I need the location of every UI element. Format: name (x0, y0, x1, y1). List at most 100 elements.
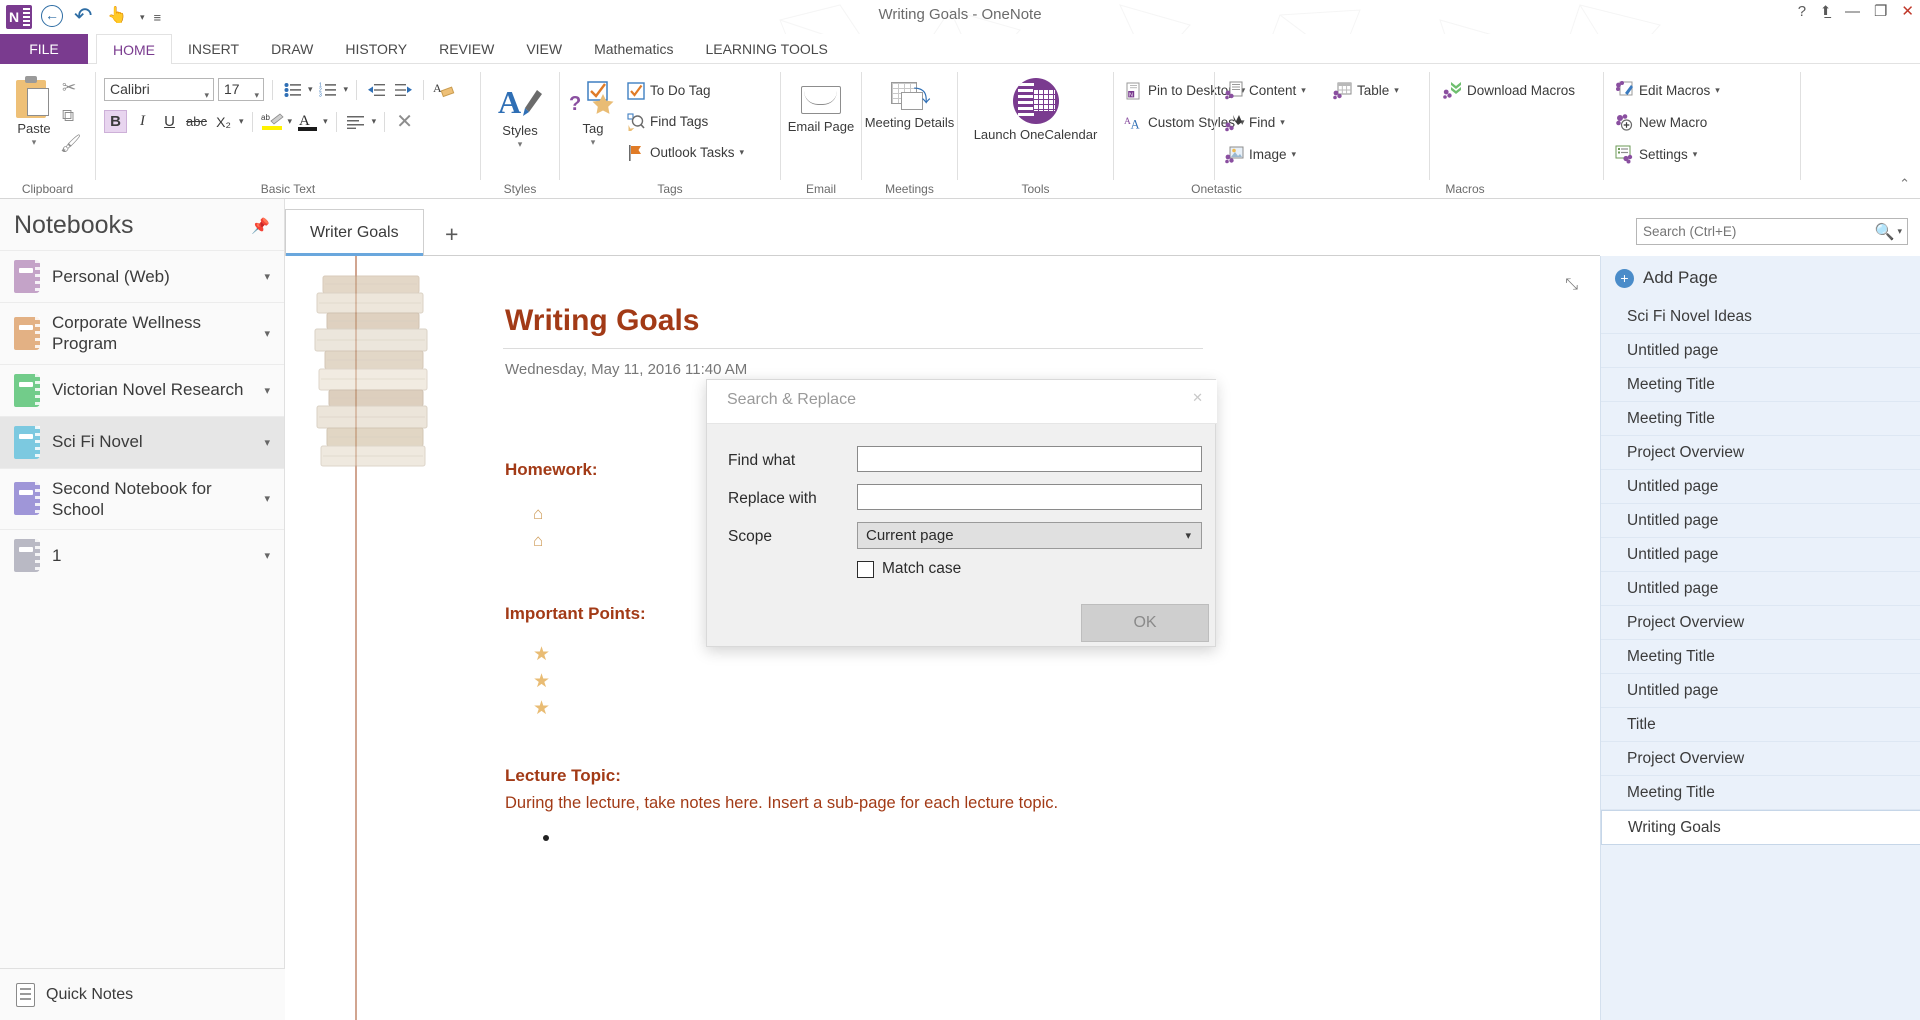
section-tab-writer-goals[interactable]: Writer Goals (285, 209, 424, 257)
list-item-active[interactable]: Writing Goals (1601, 810, 1920, 845)
tab-home[interactable]: HOME (96, 34, 172, 64)
macro-image-button[interactable]: Image ▾ (1225, 142, 1306, 167)
numbering-button[interactable]: 123 (317, 78, 340, 101)
pin-icon[interactable]: 📌 (251, 217, 270, 235)
list-item[interactable]: Meeting Title (1601, 776, 1920, 810)
list-item[interactable]: Title (1601, 708, 1920, 742)
star-tag-icon[interactable]: ★ (533, 697, 550, 720)
settings-caret-icon[interactable]: ▾ (1693, 149, 1698, 160)
increase-indent-button[interactable] (392, 78, 415, 101)
list-item[interactable]: Meeting Title (1601, 402, 1920, 436)
list-item[interactable]: Sci Fi Novel Ideas (1601, 300, 1920, 334)
highlight-caret-icon[interactable]: ▾ (288, 116, 293, 127)
italic-button[interactable]: I (131, 110, 154, 133)
important-points-heading[interactable]: Important Points: (505, 604, 646, 624)
find-tags-button[interactable]: Find Tags (626, 109, 744, 134)
list-item[interactable]: Project Overview (1601, 436, 1920, 470)
tab-history[interactable]: HISTORY (329, 34, 423, 64)
chevron-down-icon[interactable]: ▾ (204, 85, 209, 106)
tag-button[interactable]: ? Tag ▾ (564, 80, 622, 148)
list-item[interactable]: Untitled page (1601, 572, 1920, 606)
launch-onecalendar-button[interactable]: Launch OneCalendar (958, 78, 1113, 142)
chevron-down-icon[interactable]: ▾ (264, 384, 270, 397)
search-box[interactable]: 🔍 ▾ (1636, 218, 1908, 245)
list-item[interactable]: Untitled page (1601, 334, 1920, 368)
homework-heading[interactable]: Homework: (505, 460, 598, 480)
tab-review[interactable]: REVIEW (423, 34, 510, 64)
chevron-down-icon[interactable]: ▾ (264, 327, 270, 340)
outlook-tasks-button[interactable]: Outlook Tasks ▾ (626, 140, 744, 165)
decrease-indent-button[interactable] (365, 78, 388, 101)
macro-table-button[interactable]: Table ▾ (1333, 78, 1399, 103)
download-macros-button[interactable]: Download Macros (1443, 78, 1575, 103)
ok-button[interactable]: OK (1081, 604, 1209, 642)
chevron-down-icon[interactable]: ▾ (264, 270, 270, 283)
content-caret-icon[interactable]: ▾ (1301, 85, 1306, 96)
find-caret-icon[interactable]: ▾ (1280, 117, 1285, 128)
new-macro-button[interactable]: New Macro (1615, 110, 1720, 135)
tab-file[interactable]: FILE (0, 34, 88, 64)
sidebar-item-1[interactable]: 1 ▾ (0, 529, 284, 581)
email-page-button[interactable]: Email Page (781, 86, 861, 134)
list-item[interactable]: Project Overview (1601, 606, 1920, 640)
tab-draw[interactable]: DRAW (255, 34, 329, 64)
paste-button[interactable]: Paste ▾ (6, 76, 62, 148)
close-button[interactable]: ✕ (1901, 2, 1914, 20)
checkbox-box-icon[interactable] (857, 560, 874, 578)
cut-button[interactable]: ✂ (62, 78, 76, 98)
font-color-caret-icon[interactable]: ▾ (323, 116, 328, 127)
underline-button[interactable]: U (158, 110, 181, 133)
help-icon[interactable]: ? (1798, 3, 1806, 20)
subscript-caret-icon[interactable]: ▾ (239, 116, 244, 127)
to-do-tag-button[interactable]: To Do Tag (626, 78, 744, 103)
star-tag-icon[interactable]: ★ (533, 670, 550, 693)
numbering-caret-icon[interactable]: ▾ (344, 84, 349, 95)
search-icon[interactable]: 🔍 (1875, 222, 1898, 242)
strikethrough-button[interactable]: abc (185, 110, 208, 133)
tab-insert[interactable]: INSERT (172, 34, 255, 64)
tab-view[interactable]: VIEW (510, 34, 578, 64)
dialog-close-button[interactable]: ✕ (1192, 390, 1203, 406)
outlook-tasks-caret-icon[interactable]: ▾ (740, 147, 745, 158)
maximize-button[interactable]: ❐ (1874, 2, 1887, 20)
list-item[interactable]: Untitled page (1601, 674, 1920, 708)
sidebar-item-victorian-novel-research[interactable]: Victorian Novel Research ▾ (0, 363, 284, 416)
tab-mathematics[interactable]: Mathematics (578, 34, 689, 64)
chevron-down-icon[interactable]: ▾ (264, 436, 270, 449)
search-caret-icon[interactable]: ▾ (1897, 226, 1907, 237)
sidebar-item-corporate-wellness-program[interactable]: Corporate Wellness Program ▾ (0, 302, 284, 364)
font-color-button[interactable]: A (296, 110, 319, 133)
copy-button[interactable]: ⧉ (62, 106, 74, 126)
align-button[interactable] (345, 110, 368, 133)
collapse-ribbon-button[interactable]: ⌃ (1899, 176, 1910, 192)
match-case-checkbox[interactable]: Match case (857, 560, 961, 578)
list-item[interactable]: Meeting Title (1601, 368, 1920, 402)
sidebar-item-personal-web[interactable]: Personal (Web) ▾ (0, 250, 284, 302)
page-title[interactable]: Writing Goals (505, 304, 699, 338)
dialog-title-bar[interactable]: Search & Replace ✕ (707, 380, 1217, 424)
bullets-caret-icon[interactable]: ▾ (308, 84, 313, 95)
lecture-topic-text[interactable]: During the lecture, take notes here. Ins… (505, 794, 1058, 813)
list-item[interactable]: Untitled page (1601, 538, 1920, 572)
lecture-topic-heading[interactable]: Lecture Topic: (505, 766, 621, 786)
add-section-button[interactable]: + (445, 221, 458, 248)
list-item[interactable]: Untitled page (1601, 504, 1920, 538)
find-what-input[interactable] (857, 446, 1202, 472)
macro-find-button[interactable]: Find ▾ (1225, 110, 1306, 135)
delete-button[interactable]: ✕ (393, 110, 416, 133)
sidebar-item-second-notebook-for-school[interactable]: Second Notebook for School ▾ (0, 467, 284, 530)
list-item[interactable]: Project Overview (1601, 742, 1920, 776)
macro-settings-button[interactable]: Settings ▾ (1615, 142, 1720, 167)
image-caret-icon[interactable]: ▾ (1292, 149, 1297, 160)
format-painter-button[interactable]: 🖌 (60, 134, 82, 154)
align-caret-icon[interactable]: ▾ (372, 116, 377, 127)
chevron-down-icon[interactable]: ▾ (254, 85, 259, 106)
paste-caret-icon[interactable]: ▾ (32, 137, 37, 148)
expand-page-icon[interactable]: ⤡ (1565, 276, 1578, 294)
chevron-down-icon[interactable]: ▾ (1185, 529, 1191, 542)
tab-learning-tools[interactable]: LEARNING TOOLS (689, 34, 843, 64)
styles-caret-icon[interactable]: ▾ (518, 139, 523, 150)
bullets-button[interactable] (281, 78, 304, 101)
search-input[interactable] (1637, 224, 1875, 239)
tag-caret-icon[interactable]: ▾ (591, 137, 596, 148)
